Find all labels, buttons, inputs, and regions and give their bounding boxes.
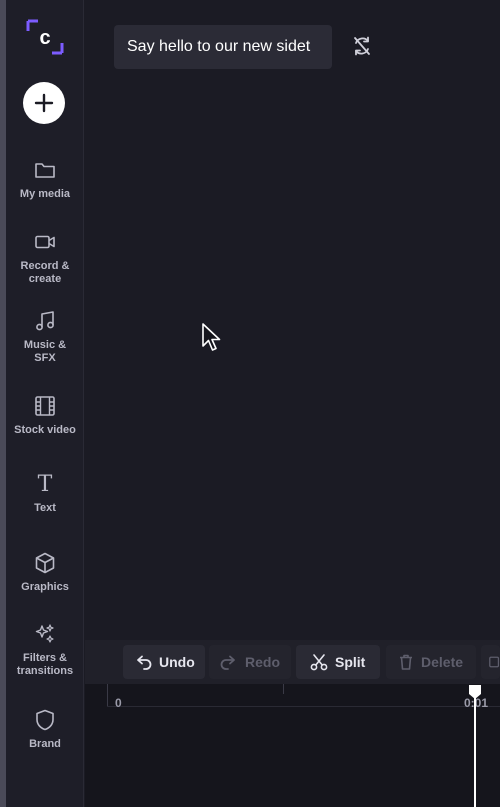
timeline[interactable]: 0 0:01	[85, 684, 500, 807]
sidebar: c My media Record & create Music & SFX S…	[6, 0, 84, 807]
ruler-tick	[283, 684, 284, 694]
sidebar-item-text[interactable]: T Text	[6, 474, 84, 515]
sidebar-item-stock-video[interactable]: Stock video	[6, 394, 84, 437]
scissors-icon	[310, 654, 328, 671]
sidebar-item-record-create[interactable]: Record & create	[6, 230, 84, 286]
video-camera-icon	[35, 235, 55, 249]
redo-icon	[220, 655, 235, 670]
undo-icon	[137, 655, 152, 670]
redo-button[interactable]: Redo	[209, 645, 291, 679]
sidebar-item-label: Stock video	[14, 424, 76, 436]
film-strip-icon	[35, 396, 55, 416]
undo-label: Undo	[159, 654, 195, 670]
delete-label: Delete	[421, 654, 464, 670]
mouse-cursor-icon	[202, 323, 221, 351]
sync-off-icon[interactable]	[351, 35, 373, 57]
sidebar-item-my-media[interactable]: My media	[6, 158, 84, 201]
timeline-ruler[interactable]: 0 0:01	[107, 684, 500, 710]
sidebar-item-graphics[interactable]: Graphics	[6, 551, 84, 594]
sidebar-item-label: Record & create	[20, 260, 70, 285]
ruler-tick	[107, 684, 108, 706]
sparkles-icon	[35, 624, 54, 643]
text-icon: T	[37, 472, 53, 497]
cube-icon	[35, 552, 55, 574]
redo-label: Redo	[245, 654, 280, 670]
delete-button[interactable]: Delete	[386, 645, 476, 679]
sidebar-item-label: My media	[19, 188, 71, 200]
sidebar-item-filters-transitions[interactable]: Filters & transitions	[6, 622, 84, 678]
sidebar-item-label: Text	[34, 502, 56, 514]
new-sidebar-tooltip[interactable]: Say hello to our new sidet	[114, 25, 332, 69]
ruler-label-start: 0	[115, 696, 122, 710]
clipchamp-logo[interactable]: c	[25, 17, 65, 57]
sidebar-item-music-sfx[interactable]: Music & SFX	[6, 309, 84, 365]
add-button[interactable]	[23, 82, 65, 124]
preview-area	[85, 0, 500, 640]
split-button[interactable]: Split	[296, 645, 380, 679]
plus-icon	[34, 93, 54, 113]
trash-icon	[400, 654, 412, 670]
duplicate-icon	[489, 656, 500, 668]
playhead-line[interactable]	[474, 694, 476, 807]
logo-letter: c	[39, 27, 50, 49]
sidebar-item-label: Graphics	[21, 581, 69, 593]
shield-icon	[36, 709, 54, 731]
undo-button[interactable]: Undo	[123, 645, 205, 679]
sidebar-item-label: Filters & transitions	[16, 652, 74, 677]
timeline-toolbar: Undo Redo Split Delete	[85, 640, 500, 684]
more-toolbar-button[interactable]	[481, 645, 500, 679]
sidebar-item-label: Music & SFX	[23, 339, 67, 364]
sidebar-item-brand[interactable]: Brand	[6, 708, 84, 751]
folder-icon	[35, 163, 55, 178]
sidebar-item-label: Brand	[29, 738, 61, 750]
music-note-icon	[36, 311, 54, 331]
split-label: Split	[335, 654, 366, 670]
